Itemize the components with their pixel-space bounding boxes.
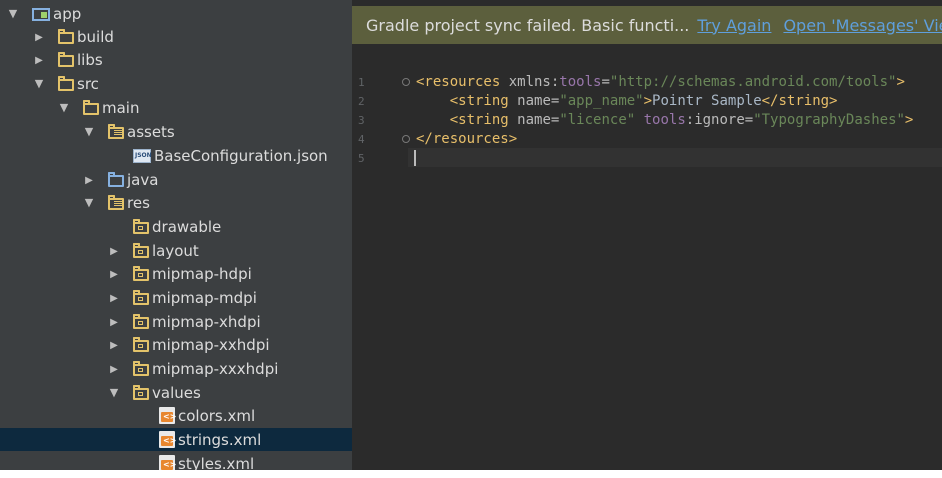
tree-item-app[interactable]: app <box>0 2 352 25</box>
code-line-2: <string name= "app_name" > Pointr Sample </s… <box>449 92 838 109</box>
tree-item-label: src <box>77 74 99 93</box>
folder-icon <box>83 99 99 115</box>
assets-folder-icon <box>108 123 124 139</box>
expand-arrow-icon[interactable] <box>6 7 20 20</box>
collapse-arrow-icon[interactable] <box>32 53 46 66</box>
tree-item-label: mipmap-mdpi <box>152 288 257 307</box>
tree-item-mipmap-hdpi[interactable]: mipmap-hdpi <box>0 262 352 285</box>
banner-message: Gradle project sync failed. Basic functi… <box>366 15 690 35</box>
bottom-strip <box>0 470 942 478</box>
line-number: 5 <box>358 152 365 165</box>
tree-item-label: app <box>53 4 82 23</box>
code-line-5-current <box>408 148 942 167</box>
gradle-sync-failed-banner: Gradle project sync failed. Basic functi… <box>352 6 942 44</box>
code-line-4: </resources> <box>416 130 518 147</box>
tree-item-layout[interactable]: layout <box>0 239 352 262</box>
fold-marker-icon[interactable] <box>402 78 410 86</box>
collapse-arrow-icon[interactable] <box>107 291 121 304</box>
collapse-arrow-icon[interactable] <box>32 30 46 43</box>
collapse-arrow-icon[interactable] <box>107 267 121 280</box>
module-icon <box>32 7 50 21</box>
folder-icon <box>58 51 74 67</box>
tree-item-label: BaseConfiguration.json <box>154 146 328 165</box>
tree-item-mipmap-mdpi[interactable]: mipmap-mdpi <box>0 286 352 309</box>
fold-marker-icon[interactable] <box>402 135 410 143</box>
tree-item-colors-xml[interactable]: <> colors.xml <box>0 404 352 427</box>
line-number: 4 <box>358 133 365 146</box>
collapse-arrow-icon[interactable] <box>107 362 121 375</box>
tree-item-label: build <box>77 27 114 46</box>
tree-item-drawable[interactable]: drawable <box>0 215 352 238</box>
folder-icon <box>133 265 149 281</box>
tree-item-label: mipmap-xhdpi <box>152 312 261 331</box>
folder-icon <box>133 384 149 400</box>
tree-item-res[interactable]: res <box>0 191 352 214</box>
tree-item-label: main <box>102 98 140 117</box>
tree-item-label: java <box>127 170 159 189</box>
open-messages-view-link[interactable]: Open 'Messages' View <box>783 16 942 35</box>
json-file-icon: JSON <box>133 148 152 163</box>
java-source-folder-icon <box>108 171 124 187</box>
tree-item-label: strings.xml <box>178 430 262 449</box>
tree-item-label: mipmap-xxxhdpi <box>152 359 279 378</box>
tree-item-label: mipmap-xxhdpi <box>152 335 270 354</box>
tree-item-mipmap-xxxhdpi[interactable]: mipmap-xxxhdpi <box>0 357 352 380</box>
try-again-link[interactable]: Try Again <box>697 16 771 35</box>
code-line-1: <resources xmlns: tools = "http://schemas.a… <box>416 73 905 90</box>
xml-file-icon: <> <box>159 407 176 424</box>
folder-icon <box>133 242 149 258</box>
code-editor-panel[interactable]: Gradle project sync failed. Basic functi… <box>352 0 942 470</box>
code-line-3: <string name= "licence" tools:ignore= "Typ… <box>449 111 914 128</box>
expand-arrow-icon[interactable] <box>82 196 96 209</box>
collapse-arrow-icon[interactable] <box>107 315 121 328</box>
code-area[interactable]: <resources xmlns: tools = "http://schemas.a… <box>408 72 942 470</box>
folder-icon <box>58 28 74 44</box>
tree-item-base-configuration-json[interactable]: JSON BaseConfiguration.json <box>0 144 352 167</box>
collapse-arrow-icon[interactable] <box>107 244 121 257</box>
tree-item-mipmap-xhdpi[interactable]: mipmap-xhdpi <box>0 310 352 333</box>
tree-item-styles-xml[interactable]: <> styles.xml <box>0 452 352 470</box>
folder-icon <box>133 313 149 329</box>
expand-arrow-icon[interactable] <box>82 125 96 138</box>
tree-item-build[interactable]: build <box>0 25 352 48</box>
collapse-arrow-icon[interactable] <box>82 173 96 186</box>
tree-item-label: colors.xml <box>178 406 256 425</box>
folder-icon <box>133 336 149 352</box>
folder-icon <box>133 218 149 234</box>
tree-item-label: libs <box>77 50 103 69</box>
expand-arrow-icon[interactable] <box>32 77 46 90</box>
tree-item-label: values <box>152 383 201 402</box>
collapse-arrow-icon[interactable] <box>107 338 121 351</box>
tree-item-src[interactable]: src <box>0 72 352 95</box>
tree-item-label: layout <box>152 241 199 260</box>
folder-icon <box>133 289 149 305</box>
text-caret <box>414 149 416 166</box>
line-number-gutter: 1 2 3 4 5 <box>352 72 410 470</box>
tree-item-libs[interactable]: libs <box>0 48 352 71</box>
xml-file-icon: <> <box>159 431 176 448</box>
xml-file-icon: <> <box>159 455 176 470</box>
expand-arrow-icon[interactable] <box>107 386 121 399</box>
tree-item-label: styles.xml <box>178 454 255 471</box>
tree-item-label: res <box>127 193 150 212</box>
tree-item-mipmap-xxhdpi[interactable]: mipmap-xxhdpi <box>0 333 352 356</box>
folder-icon <box>133 360 149 376</box>
line-number: 3 <box>358 114 365 127</box>
tree-item-values[interactable]: values <box>0 381 352 404</box>
tree-item-strings-xml[interactable]: <> strings.xml <box>0 428 352 451</box>
tree-item-label: assets <box>127 122 175 141</box>
tree-item-assets[interactable]: assets <box>0 120 352 143</box>
project-tree-panel: app build libs src main assets <box>0 0 352 470</box>
res-folder-icon <box>108 194 124 210</box>
line-number: 2 <box>358 95 365 108</box>
tree-item-java[interactable]: java <box>0 168 352 191</box>
expand-arrow-icon[interactable] <box>57 101 71 114</box>
folder-icon <box>58 75 74 91</box>
tree-item-label: mipmap-hdpi <box>152 264 252 283</box>
tree-item-main[interactable]: main <box>0 96 352 119</box>
line-number: 1 <box>358 76 365 89</box>
tree-item-label: drawable <box>152 217 222 236</box>
